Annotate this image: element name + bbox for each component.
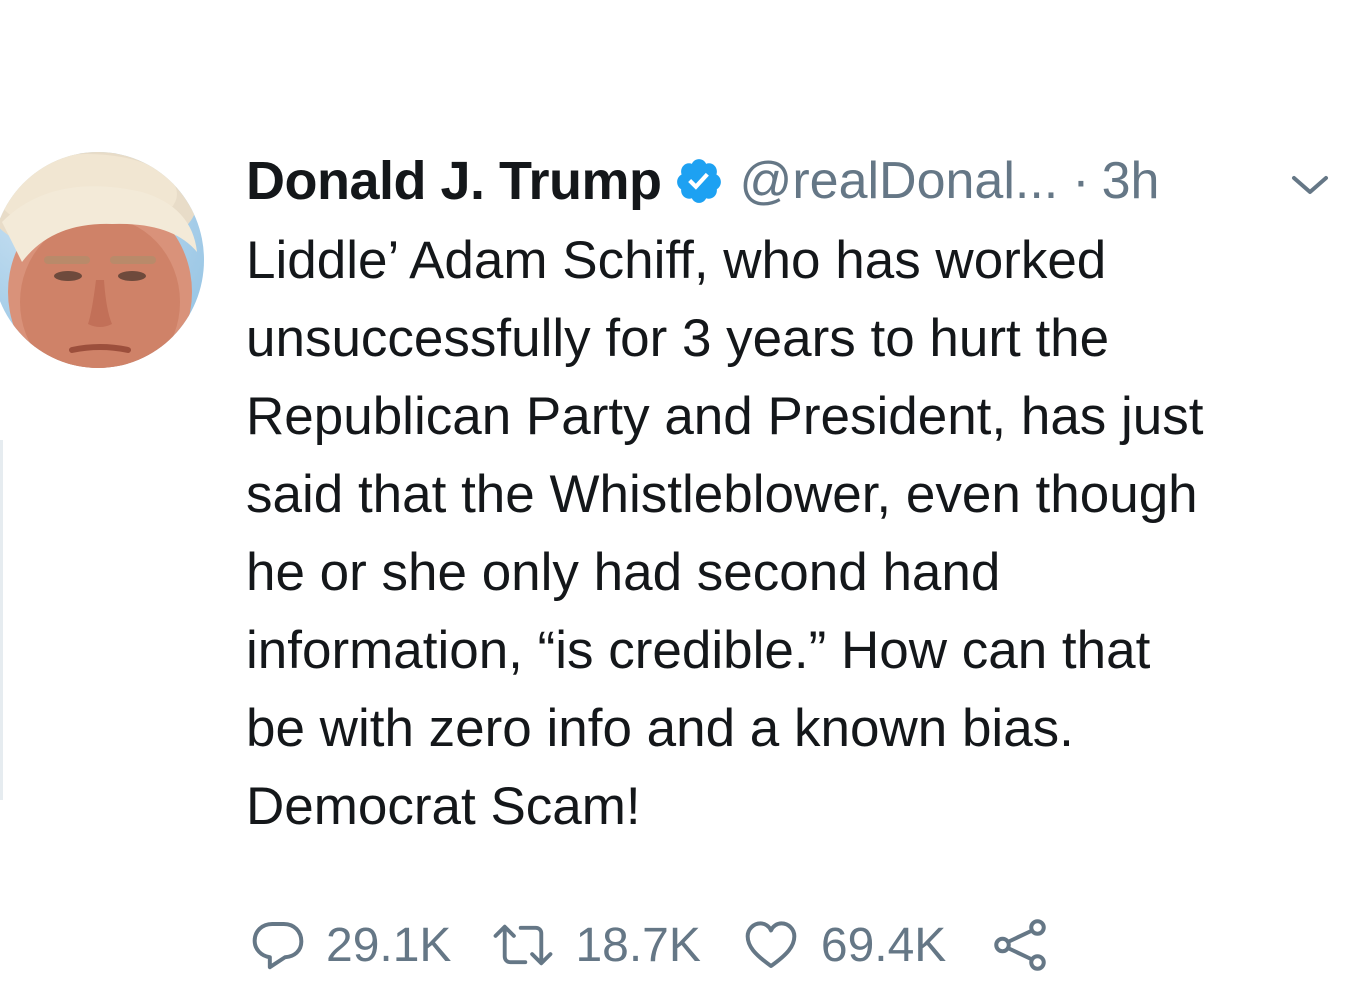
tweet-actions: 29.1K 18.7K 69.4K xyxy=(250,908,1050,982)
tweet-text-line: information, “is credible.” How can that xyxy=(246,621,1151,680)
verified-badge-icon xyxy=(674,156,724,206)
tweet-text-line: unsuccessfully for 3 years to hurt the xyxy=(246,309,1110,368)
author-name[interactable]: Donald J. Trump xyxy=(246,150,662,212)
left-divider xyxy=(0,440,3,800)
tweet-text-line: he or she only had second hand xyxy=(246,543,1001,602)
share-button[interactable] xyxy=(990,915,1050,975)
avatar[interactable] xyxy=(0,152,204,368)
header-separator: · xyxy=(1072,152,1090,210)
tweet-text-line: Democrat Scam! xyxy=(246,777,641,836)
tweet-text-line: said that the Whistleblower, even though xyxy=(246,465,1198,524)
reply-button[interactable]: 29.1K xyxy=(250,917,451,973)
tweet-header: Donald J. Trump @realDonal... · 3h xyxy=(246,146,1159,216)
retweet-button[interactable]: 18.7K xyxy=(491,917,701,973)
chevron-down-icon[interactable] xyxy=(1286,160,1334,208)
heart-icon xyxy=(745,921,797,968)
reply-count: 29.1K xyxy=(326,918,452,972)
like-count: 69.4K xyxy=(820,918,947,972)
tweet-text-line: Republican Party and President, has just xyxy=(246,387,1204,446)
tweet-timestamp[interactable]: 3h xyxy=(1102,151,1160,211)
tweet-text: Liddle’ Adam Schiff, who has worked unsu… xyxy=(246,222,1331,846)
reply-icon xyxy=(252,922,304,970)
retweet-count: 18.7K xyxy=(575,918,701,972)
profile-photo xyxy=(0,152,197,368)
tweet: Donald J. Trump @realDonal... · 3h Liddl… xyxy=(0,0,1348,1000)
tweet-text-line: Liddle’ Adam Schiff, who has worked xyxy=(246,231,1107,290)
author-handle[interactable]: @realDonal... xyxy=(740,151,1059,211)
like-button[interactable]: 69.4K xyxy=(741,917,946,973)
tweet-text-line: be with zero info and a known bias. xyxy=(246,699,1074,758)
share-icon xyxy=(994,919,1047,971)
retweet-icon xyxy=(494,924,553,966)
